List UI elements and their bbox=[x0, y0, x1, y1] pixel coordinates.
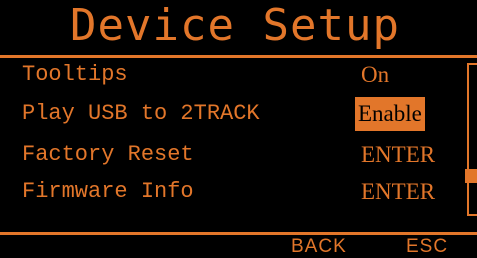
esc-softkey[interactable]: ESC bbox=[406, 236, 448, 258]
menu-item-label: Firmware Info bbox=[22, 179, 194, 204]
menu-item-play-usb-to-2track[interactable]: Play USB to 2TRACK Enable bbox=[0, 97, 470, 131]
menu-item-label: Play USB to 2TRACK bbox=[22, 101, 260, 126]
menu-item-label: Factory Reset bbox=[22, 142, 194, 167]
menu-item-value[interactable]: ENTER bbox=[358, 175, 438, 209]
menu-item-tooltips[interactable]: Tooltips On bbox=[0, 58, 470, 92]
scrollbar-track[interactable] bbox=[467, 63, 477, 216]
device-setup-screen: Device Setup Tooltips On Play USB to 2TR… bbox=[0, 0, 477, 257]
menu-item-value[interactable]: ENTER bbox=[358, 138, 438, 172]
menu-item-label: Tooltips bbox=[22, 62, 128, 87]
menu-item-firmware-info[interactable]: Firmware Info ENTER bbox=[0, 175, 470, 209]
menu-item-value-selected[interactable]: Enable bbox=[355, 97, 425, 131]
back-softkey[interactable]: BACK bbox=[291, 236, 347, 258]
scrollbar-thumb[interactable] bbox=[465, 169, 477, 183]
page-title: Device Setup bbox=[70, 0, 400, 51]
menu-item-value[interactable]: On bbox=[358, 58, 392, 92]
menu-item-factory-reset[interactable]: Factory Reset ENTER bbox=[0, 138, 470, 172]
footer-divider bbox=[0, 232, 477, 235]
